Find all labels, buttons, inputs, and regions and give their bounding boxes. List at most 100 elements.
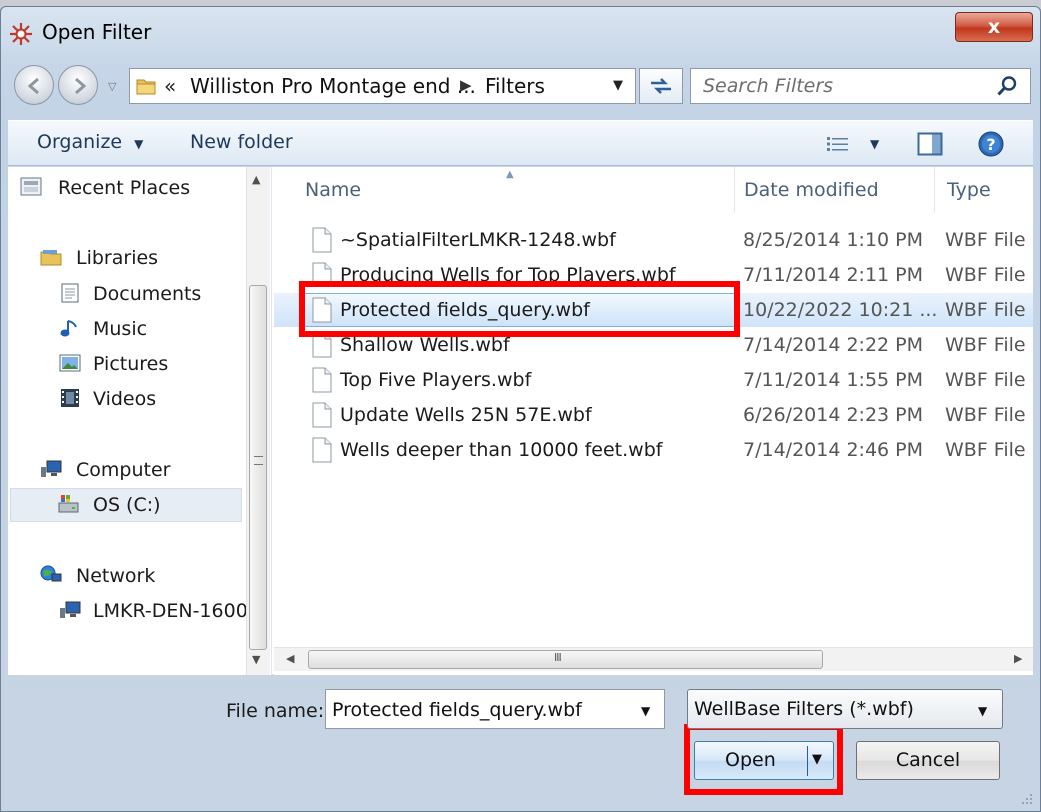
nav-item-music[interactable]: Music xyxy=(60,318,147,340)
resize-grip-icon[interactable] xyxy=(1018,790,1034,806)
pictures-icon xyxy=(59,354,81,372)
recent-places-icon xyxy=(20,177,42,196)
scroll-left-arrow-icon[interactable]: ◀ xyxy=(286,652,294,665)
nav-item-label: Recent Places xyxy=(58,177,191,199)
open-button[interactable]: Open ▼ xyxy=(694,741,834,780)
nav-item-pictures[interactable]: Pictures xyxy=(59,353,169,375)
search-box[interactable] xyxy=(690,68,1031,104)
file-row[interactable]: ~SpatialFilterLMKR-1248.wbf 8/25/2014 1:… xyxy=(274,223,1033,257)
breadcrumb-arrow-icon[interactable]: ▶ xyxy=(460,76,472,94)
sort-ascending-icon: ▲ xyxy=(506,169,514,180)
file-icon xyxy=(312,437,332,463)
navigation-pane: Recent Places Libraries Documents Music … xyxy=(8,167,272,675)
column-divider[interactable] xyxy=(934,167,935,213)
file-icon xyxy=(312,297,332,323)
file-name: Protected fields_query.wbf xyxy=(340,299,590,321)
nav-item-lmkr-den-1600[interactable]: LMKR-DEN-1600 xyxy=(60,600,248,622)
search-icon[interactable] xyxy=(996,75,1018,97)
file-row[interactable]: Wells deeper than 10000 feet.wbf 7/14/20… xyxy=(274,433,1033,467)
breadcrumb-segment-current[interactable]: Filters xyxy=(485,74,545,98)
back-button[interactable] xyxy=(14,65,54,105)
split-divider xyxy=(807,746,808,776)
file-date: 10/22/2022 10:21 ... xyxy=(743,299,938,321)
nav-item-label: Network xyxy=(76,565,156,587)
file-icon xyxy=(312,227,332,253)
nav-item-label: Pictures xyxy=(93,353,169,375)
svg-text:?: ? xyxy=(986,135,995,154)
organize-button[interactable]: Organize ▼ xyxy=(37,131,143,153)
view-options-dropdown-icon[interactable]: ▼ xyxy=(870,137,879,151)
file-name: Wells deeper than 10000 feet.wbf xyxy=(340,439,663,461)
window-title: Open Filter xyxy=(42,20,152,44)
file-row[interactable]: Producing Wells for Top Players.wbf 7/11… xyxy=(274,258,1033,282)
nav-item-videos[interactable]: Videos xyxy=(61,388,157,410)
file-icon xyxy=(312,262,332,282)
column-divider[interactable] xyxy=(734,167,735,213)
nav-item-libraries[interactable]: Libraries xyxy=(40,247,159,269)
open-button-label: Open xyxy=(725,749,776,771)
file-type: WBF File xyxy=(945,299,1026,321)
nav-item-computer[interactable]: Computer xyxy=(41,459,171,481)
recent-locations-dropdown[interactable]: ▽ xyxy=(108,80,122,94)
file-row[interactable]: Top Five Players.wbf 7/11/2014 1:55 PM W… xyxy=(274,363,1033,397)
column-header-type[interactable]: Type xyxy=(947,179,991,201)
file-list: ▲ Name Date modified Type ~SpatialFilter… xyxy=(274,167,1033,675)
refresh-button[interactable] xyxy=(639,68,683,104)
scroll-right-arrow-icon[interactable]: ▶ xyxy=(1014,652,1022,665)
network-pc-icon xyxy=(60,601,81,618)
nav-item-label: OS (C:) xyxy=(93,494,161,516)
scroll-down-arrow-icon[interactable]: ▼ xyxy=(252,653,260,666)
scroll-grip-icon xyxy=(254,456,263,465)
close-button[interactable]: x xyxy=(955,12,1033,42)
change-view-icon[interactable] xyxy=(826,135,850,153)
file-name: ~SpatialFilterLMKR-1248.wbf xyxy=(340,229,616,251)
scroll-grip-icon: III xyxy=(554,651,562,664)
file-date: 7/14/2014 2:46 PM xyxy=(743,439,924,461)
folder-icon xyxy=(136,79,156,95)
column-header-date[interactable]: Date modified xyxy=(744,179,879,201)
file-row-selected[interactable]: Protected fields_query.wbf 10/22/2022 10… xyxy=(274,293,1033,327)
file-name-history-dropdown-icon[interactable]: ▼ xyxy=(641,704,650,718)
help-icon[interactable]: ? xyxy=(978,131,1004,157)
nav-item-os-c[interactable]: OS (C:) xyxy=(58,494,161,516)
nav-item-network[interactable]: Network xyxy=(40,565,156,587)
file-row[interactable]: Update Wells 25N 57E.wbf 6/26/2014 2:23 … xyxy=(274,398,1033,432)
address-dropdown-icon[interactable]: ▼ xyxy=(613,78,623,93)
search-input[interactable] xyxy=(691,69,991,103)
nav-item-documents[interactable]: Documents xyxy=(61,283,202,305)
file-type: WBF File xyxy=(945,369,1026,391)
file-date: 7/14/2014 2:22 PM xyxy=(743,334,924,356)
file-type-value: WellBase Filters (*.wbf) xyxy=(694,698,914,720)
file-date: 8/25/2014 1:10 PM xyxy=(743,229,924,251)
breadcrumb-segment[interactable]: Williston Pro Montage end ... xyxy=(190,74,476,98)
cancel-button[interactable]: Cancel xyxy=(856,741,1000,780)
file-name-field[interactable]: Protected fields_query.wbf ▼ xyxy=(325,689,665,729)
address-bar[interactable]: « Williston Pro Montage end ... ▶ Filter… xyxy=(129,68,636,104)
nav-item-label: Computer xyxy=(76,459,171,481)
address-overflow-chevron[interactable]: « xyxy=(164,74,176,98)
drive-icon xyxy=(58,495,79,513)
file-row[interactable]: Shallow Wells.wbf 7/14/2014 2:22 PM WBF … xyxy=(274,328,1033,362)
new-folder-button[interactable]: New folder xyxy=(190,131,293,153)
preview-pane-icon[interactable] xyxy=(917,132,943,156)
open-options-dropdown-icon[interactable]: ▼ xyxy=(812,752,822,767)
forward-button[interactable] xyxy=(58,65,98,105)
file-name: Producing Wells for Top Players.wbf xyxy=(340,264,676,282)
file-icon xyxy=(312,367,332,393)
chevron-down-icon[interactable]: ▼ xyxy=(978,704,987,718)
nav-item-recent-places[interactable]: Recent Places xyxy=(20,177,191,199)
column-header-name[interactable]: Name xyxy=(305,179,361,201)
file-type-select[interactable]: WellBase Filters (*.wbf) ▼ xyxy=(687,689,1003,729)
file-date: 6/26/2014 2:23 PM xyxy=(743,404,924,426)
file-date: 7/11/2014 2:11 PM xyxy=(743,264,924,282)
scroll-up-arrow-icon[interactable]: ▲ xyxy=(252,173,260,186)
nav-item-label: Libraries xyxy=(76,247,159,269)
file-list-scroll-thumb[interactable]: III xyxy=(308,650,823,669)
file-name-input[interactable]: Protected fields_query.wbf xyxy=(332,699,582,721)
network-icon xyxy=(40,565,62,582)
nav-item-label: LMKR-DEN-1600 xyxy=(93,600,248,622)
nav-pane-scroll-thumb[interactable] xyxy=(249,285,267,650)
nav-item-label: Documents xyxy=(93,283,202,305)
nav-item-label: Videos xyxy=(93,388,157,410)
file-type: WBF File xyxy=(945,334,1026,356)
